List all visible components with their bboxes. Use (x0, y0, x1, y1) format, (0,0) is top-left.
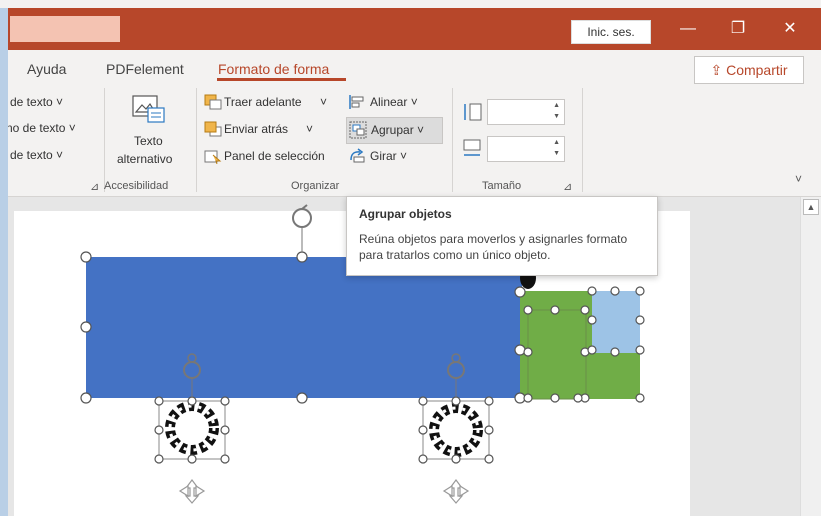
move-cursor-icon (178, 479, 206, 504)
ring-shape-left[interactable] (158, 400, 226, 460)
blue-rectangle-shape[interactable] (86, 257, 522, 398)
rotate-handle-icon[interactable] (292, 204, 312, 252)
tooltip-title: Agrupar objetos (359, 207, 452, 221)
light-blue-square-shape[interactable] (592, 291, 640, 353)
move-cursor-icon (442, 479, 470, 504)
powerpoint-window: Inic. ses. — ❐ ✕ Ayuda PDFelement Format… (0, 0, 821, 516)
tooltip-description: Reúna objetos para moverlos y asignarles… (359, 232, 628, 262)
ring-shape-right[interactable] (422, 400, 490, 460)
green-inner-shape[interactable] (527, 309, 587, 400)
group-objects-tooltip: Agrupar objetos Reúna objetos para mover… (346, 196, 658, 276)
left-edge-strip (0, 8, 8, 516)
